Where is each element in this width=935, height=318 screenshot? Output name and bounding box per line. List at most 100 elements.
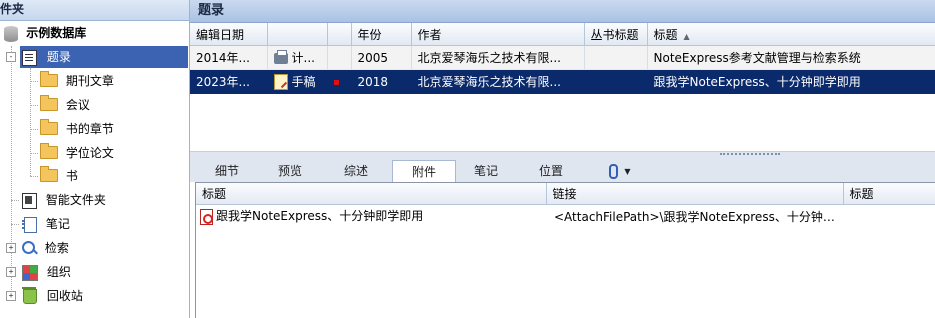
tree-item-label: 智能文件夹 [45, 193, 106, 207]
notebook-icon [22, 216, 37, 233]
cell-series-title [584, 45, 648, 70]
cell-type-label: 计... [291, 51, 315, 65]
cell-edit-date: 2023年... [190, 69, 268, 94]
column-header-author[interactable]: 作者 [411, 23, 585, 46]
tree-item-recycle-bin[interactable]: 回收站 [22, 285, 83, 307]
tree-item-label: 笔记 [45, 217, 70, 231]
expand-toggle[interactable]: + [6, 267, 16, 277]
cell-author: 北京爱琴海乐之技术有限... [411, 69, 585, 94]
organize-icon [22, 264, 38, 281]
tree-line [11, 200, 19, 201]
table-row[interactable]: 跟我学NoteExpress、十分钟即学即用 <AttachFilePath>\… [196, 205, 935, 228]
cell-type-label: 手稿 [291, 74, 316, 89]
attachment-title-label: 跟我学NoteExpress、十分钟即学即用 [216, 209, 424, 224]
table-row[interactable]: 2023年... 手稿 2018 北京爱琴海乐之技术有限... 跟我学NoteE… [190, 69, 935, 94]
column-header-edit-date[interactable]: 编辑日期 [190, 23, 268, 46]
smart-folder-icon [22, 192, 37, 209]
tree-item-records[interactable]: 题录 [20, 46, 188, 68]
folder-tree-panel: 件夹 示例数据库 - 题录 期刊文章 会议 书的章节 学位论文 书 智能文件夹 [0, 0, 190, 318]
tree-line [30, 129, 38, 130]
tree-item-label: 题录 [46, 50, 71, 64]
tab-attachments[interactable]: 附件 [392, 160, 456, 183]
collapse-toggle[interactable]: - [6, 52, 16, 62]
cell-series-title [584, 69, 648, 94]
printer-icon [273, 50, 288, 64]
list-icon [22, 49, 37, 66]
tree-item-conference[interactable]: 会议 [40, 94, 90, 116]
tree-item-label: 检索 [44, 241, 69, 255]
manuscript-icon [273, 74, 288, 91]
tree-line [11, 46, 12, 298]
tree-item-notes[interactable]: 笔记 [22, 213, 70, 235]
tree-item-label: 书的章节 [65, 122, 114, 136]
tree-item-label: 示例数据库 [26, 26, 87, 40]
records-table: 编辑日期 年份 作者 丛书标题 标题 ▲ 2014年... 计... 2005 北… [190, 23, 935, 94]
tree-item-label: 书 [65, 169, 78, 183]
tree-item-label: 回收站 [46, 289, 83, 303]
tree-item-example-database[interactable]: 示例数据库 [4, 22, 86, 44]
tree-line [30, 176, 38, 177]
sort-ascending-icon: ▲ [683, 31, 690, 41]
cell-attachment-title: 跟我学NoteExpress、十分钟即学即用 [196, 205, 546, 228]
cell-link: <AttachFilePath>\跟我学NoteExpress、十分钟即... [554, 209, 843, 224]
folder-icon [40, 119, 58, 135]
table-row[interactable]: 2014年... 计... 2005 北京爱琴海乐之技术有限... NoteEx… [190, 45, 935, 70]
tree-line [30, 68, 31, 176]
column-header-flag[interactable] [327, 23, 352, 46]
red-flag-icon [333, 79, 339, 85]
cell-edit-date: 2014年... [190, 45, 268, 70]
column-header-title-2[interactable]: 标题 [843, 183, 935, 205]
column-header-series-title[interactable]: 丛书标题 [584, 23, 648, 46]
tab-preview[interactable]: 预览 [260, 160, 320, 182]
column-header-link[interactable]: 链接 [546, 183, 844, 205]
folder-panel-header: 件夹 [0, 0, 189, 21]
cell-title: 跟我学NoteExpress、十分钟即学即用 [647, 69, 935, 94]
column-header-type[interactable] [267, 23, 328, 46]
tree-line [11, 224, 19, 225]
cell-type: 计... [267, 45, 328, 70]
column-header-attachment-title[interactable]: 标题 [196, 183, 547, 205]
attachments-header-row: 标题 链接 标题 [196, 183, 935, 205]
splitter-grip[interactable] [720, 153, 780, 157]
tab-summary[interactable]: 综述 [326, 160, 386, 182]
tree-item-label: 会议 [65, 98, 90, 112]
tree-item-books[interactable]: 书 [40, 165, 78, 187]
search-icon [22, 240, 35, 254]
cell-flag [327, 69, 352, 94]
cell-type: 手稿 [267, 69, 328, 94]
tree-item-organize[interactable]: 组织 [22, 261, 71, 283]
tree-line [30, 105, 38, 106]
attachments-table: 标题 链接 标题 跟我学NoteExpress、十分钟即学即用 <AttachF… [196, 183, 935, 227]
attachments-list: 标题 链接 标题 跟我学NoteExpress、十分钟即学即用 <AttachF… [195, 182, 935, 318]
column-header-title[interactable]: 标题 ▲ [647, 23, 935, 46]
attach-dropdown-button[interactable]: ▼ [602, 160, 638, 182]
folder-icon [40, 95, 58, 111]
tree-item-journal-articles[interactable]: 期刊文章 [40, 70, 114, 92]
tab-details[interactable]: 细节 [200, 160, 254, 182]
expand-toggle[interactable]: + [6, 291, 16, 301]
tab-notes[interactable]: 笔记 [456, 160, 516, 182]
column-header-label: 标题 [653, 27, 678, 42]
main-panel: 题录 编辑日期 年份 作者 丛书标题 标题 ▲ 2014年... 计... 20… [190, 0, 935, 318]
paperclip-icon [609, 164, 619, 179]
tree-item-smart-folder[interactable]: 智能文件夹 [22, 189, 106, 211]
records-panel-title: 题录 [190, 0, 935, 23]
tree-item-book-chapters[interactable]: 书的章节 [40, 118, 114, 140]
tree-item-thesis[interactable]: 学位论文 [40, 142, 114, 164]
cell-extra [843, 205, 935, 228]
cell-year: 2005 [351, 45, 412, 70]
tree-item-label: 期刊文章 [65, 74, 114, 88]
recycle-bin-icon [22, 287, 37, 304]
folder-icon [40, 143, 58, 159]
folder-icon [40, 166, 58, 182]
expand-toggle[interactable]: + [6, 243, 16, 253]
cell-year: 2018 [351, 69, 412, 94]
tree-line [30, 81, 38, 82]
column-header-year[interactable]: 年份 [351, 23, 412, 46]
tree-item-label: 组织 [46, 265, 71, 279]
tab-location[interactable]: 位置 [522, 160, 580, 182]
cell-flag [327, 45, 352, 70]
tree-item-search[interactable]: 检索 [22, 237, 69, 259]
detail-tab-bar: 细节 预览 综述 附件 笔记 位置 ▼ [190, 158, 935, 183]
pdf-icon [200, 208, 213, 225]
